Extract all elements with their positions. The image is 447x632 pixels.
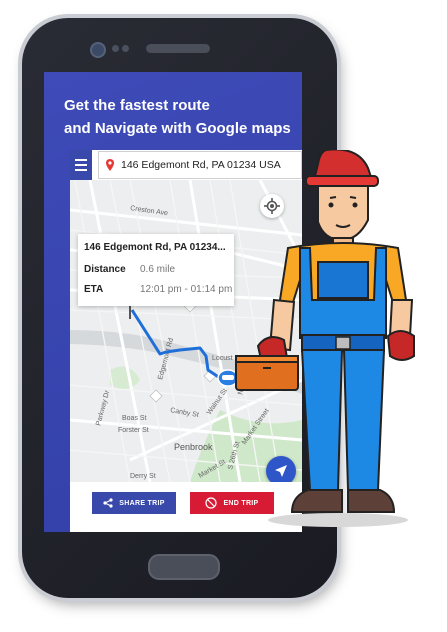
share-icon — [103, 498, 113, 508]
speaker-grille — [146, 44, 210, 53]
sensor-dot — [112, 45, 119, 52]
eta-label: ETA — [84, 284, 104, 295]
share-trip-button[interactable]: SHARE TRIP — [92, 492, 176, 514]
headline: Get the fastest route and Navigate with … — [64, 94, 291, 140]
end-trip-icon — [205, 497, 218, 509]
trip-info-card: 146 Edgemont Rd, PA 01234... Distance 0.… — [78, 234, 234, 306]
street-label: Forster St — [118, 427, 149, 434]
distance-label: Distance — [84, 264, 126, 275]
headline-line-2: and Navigate with Google maps — [64, 120, 291, 137]
map-pin-icon — [106, 159, 114, 171]
distance-value: 0.6 mile — [140, 264, 176, 275]
front-camera — [90, 42, 106, 58]
worker-illustration — [235, 150, 415, 527]
trip-address: 146 Edgemont Rd, PA 01234... — [84, 242, 226, 253]
sensor-dot — [122, 45, 129, 52]
street-label: Derry St — [130, 473, 156, 480]
neighborhood-label: Penbrook — [174, 442, 213, 452]
headline-line-1: Get the fastest route — [64, 97, 210, 114]
home-button[interactable] — [148, 554, 220, 580]
share-trip-label: SHARE TRIP — [119, 499, 165, 507]
menu-icon[interactable] — [70, 150, 92, 180]
street-label: Boas St — [122, 415, 147, 422]
